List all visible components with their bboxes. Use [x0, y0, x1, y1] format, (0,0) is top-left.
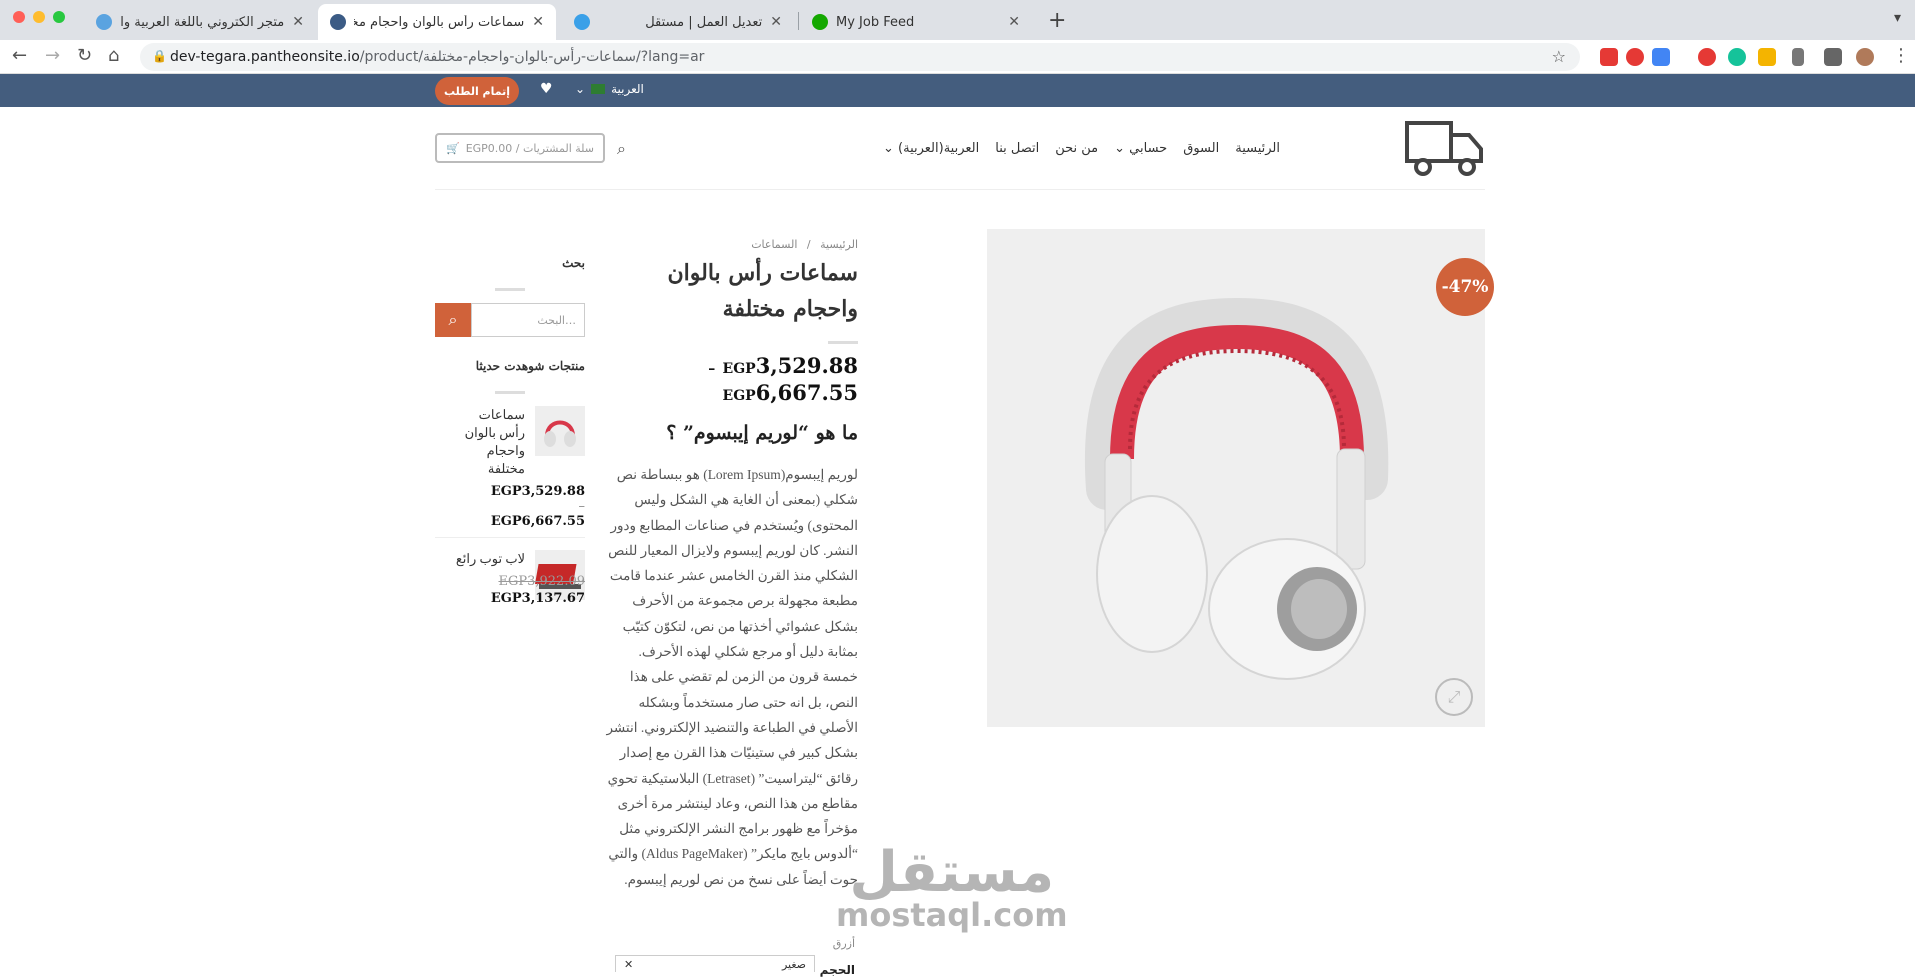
cart-button[interactable]: سلة المشتريات / EGP0.00 🛒 [435, 133, 605, 163]
main-menu: الرئيسية السوق حسابي ⌄ من نحن اتصل بنا ا… [883, 141, 1280, 156]
egypt-flag-icon [591, 84, 606, 94]
site-top-bar: إتمام الطلب ♥ ⌄ العربية [0, 74, 1915, 107]
menu-item-contact[interactable]: اتصل بنا [995, 141, 1039, 156]
breadcrumb-category[interactable]: السماعات [751, 238, 797, 251]
close-window-button[interactable] [13, 11, 25, 23]
truck-logo-icon[interactable] [1405, 119, 1485, 177]
browser-tab-upwork[interactable]: My Job Feed ✕ [800, 4, 1032, 40]
zoom-window-button[interactable] [53, 11, 65, 23]
chevron-down-icon: ⌄ [882, 141, 894, 156]
site-favicon-icon [96, 14, 112, 30]
wishlist-heart-icon[interactable]: ♥ [540, 81, 553, 97]
description-heading: ما هو “لوريم إيبسوم” ؟ [666, 422, 858, 444]
site-header: الرئيسية السوق حسابي ⌄ من نحن اتصل بنا ا… [435, 107, 1485, 190]
browser-tab-mostaql[interactable]: تعديل العمل | مستقل ✕ [562, 4, 794, 40]
close-icon: ✕ [624, 958, 634, 971]
search-widget-title: بحث [562, 256, 585, 270]
divider [495, 391, 525, 394]
wordpress-icon [330, 14, 346, 30]
extensions-puzzle-icon[interactable] [1824, 48, 1842, 66]
upwork-icon [812, 14, 828, 30]
mostaql-watermark: مستقل mostaql.com [836, 840, 1068, 934]
eyedropper-icon[interactable] [1792, 48, 1804, 66]
size-variation: أزرق الحجم صغير ✕ [615, 937, 855, 977]
product-price-range: EGP3,529.88 – EGP6,667.55 [708, 353, 858, 405]
new-tab-icon[interactable]: + [1048, 8, 1066, 33]
product-image[interactable] [987, 229, 1485, 727]
menu-item-home[interactable]: الرئيسية [1235, 141, 1280, 156]
sidebar-search-input[interactable]: البحث… [471, 303, 585, 337]
profile-avatar[interactable] [1856, 48, 1874, 66]
grammarly-icon[interactable] [1728, 48, 1746, 66]
zoom-icon[interactable]: ⤢ [1435, 678, 1473, 716]
product-title: سماعات رأس بالوان واحجام مختلفة [667, 260, 858, 322]
size-hint: أزرق [832, 937, 855, 950]
recent-product-item[interactable]: لاب توب رائع EGP3,922.09 EGP3,137.67 [435, 550, 585, 614]
browser-tab-strip: متجر الكتروني باللغة العربية والانجلي ✕ … [0, 0, 1915, 40]
recent-price-low: EGP3,529.88 [490, 484, 585, 499]
home-icon[interactable]: ⌂ [108, 45, 119, 66]
adblock-icon[interactable] [1600, 48, 1618, 66]
search-icon[interactable]: ⌕ [617, 139, 626, 159]
mostaql-icon [574, 14, 590, 30]
recent-products-title: منتجات شوهدت حديثا [475, 359, 585, 373]
breadcrumb-home[interactable]: الرئيسية [820, 238, 858, 251]
size-select[interactable]: صغير ✕ [615, 955, 815, 972]
headphones-image [1084, 297, 1389, 680]
tab-search-icon[interactable]: ▾ [1894, 10, 1901, 26]
price-low: 3,529.88 [755, 353, 858, 378]
breadcrumb: الرئيسية / السماعات [600, 238, 858, 251]
recent-price-high: EGP6,667.55 [490, 514, 585, 529]
language-switcher[interactable]: ⌄ العربية [575, 82, 644, 96]
paint-extension-icon[interactable] [1758, 48, 1776, 66]
address-bar[interactable]: 🔒 dev-tegara.pantheonsite.io/product/سما… [140, 43, 1580, 71]
breadcrumb-separator: / [806, 238, 811, 251]
mail-extension-icon[interactable] [1698, 48, 1716, 66]
menu-item-about[interactable]: من نحن [1055, 141, 1098, 156]
discount-badge: -47% [1436, 258, 1494, 316]
close-tab-icon[interactable]: ✕ [770, 14, 782, 30]
divider [828, 341, 858, 344]
chevron-down-icon: ⌄ [575, 82, 586, 96]
translate-icon[interactable] [1652, 48, 1670, 66]
reload-icon[interactable]: ↻ [77, 45, 92, 66]
search-submit-button[interactable]: ⌕ [435, 303, 471, 337]
bookmark-star-icon[interactable]: ☆ [1552, 47, 1566, 66]
price-high: 6,667.55 [755, 380, 858, 405]
forward-icon[interactable]: → [45, 45, 60, 66]
search-icon: ⌕ [448, 310, 458, 329]
sidebar-search: ⌕ البحث… [435, 303, 585, 337]
menu-item-language[interactable]: العربية(العربية) ⌄ [883, 141, 979, 156]
shopping-cart-icon: 🛒 [446, 141, 460, 155]
browser-tab-product[interactable]: سماعات رأس بالوان واحجام مختلفة ✕ [318, 4, 556, 40]
back-icon[interactable]: ← [12, 45, 27, 66]
product-summary: الرئيسية / السماعات سماعات رأس بالوان وا… [600, 230, 858, 892]
sidebar: بحث ⌕ البحث… منتجات شوهدت حديثا سماعات ر… [435, 256, 585, 614]
menu-item-market[interactable]: السوق [1183, 141, 1219, 156]
extension-icon[interactable] [1626, 48, 1644, 66]
menu-item-account[interactable]: حسابي ⌄ [1114, 141, 1167, 156]
recent-product-item[interactable]: سماعات رأس بالوان واحجام مختلفة EGP3,529… [435, 406, 585, 538]
close-tab-icon[interactable]: ✕ [532, 14, 544, 30]
close-tab-icon[interactable]: ✕ [292, 14, 304, 30]
divider [495, 288, 525, 291]
size-label: الحجم [819, 963, 855, 977]
product-thumbnail [535, 406, 585, 456]
minimize-window-button[interactable] [33, 11, 45, 23]
product-description: لوريم إيبسوم(Lorem Ipsum) هو ببساطة نص ش… [606, 467, 858, 887]
close-tab-icon[interactable]: ✕ [1008, 14, 1020, 30]
browser-tab-store[interactable]: متجر الكتروني باللغة العربية والانجلي ✕ [84, 4, 316, 40]
browser-toolbar: ← → ↻ ⌂ 🔒 dev-tegara.pantheonsite.io/pro… [0, 40, 1915, 74]
lock-icon: 🔒 [152, 49, 167, 63]
checkout-button[interactable]: إتمام الطلب [435, 77, 519, 105]
chevron-down-icon: ⌄ [1114, 141, 1126, 156]
browser-menu-icon[interactable]: ⋮ [1892, 45, 1910, 66]
